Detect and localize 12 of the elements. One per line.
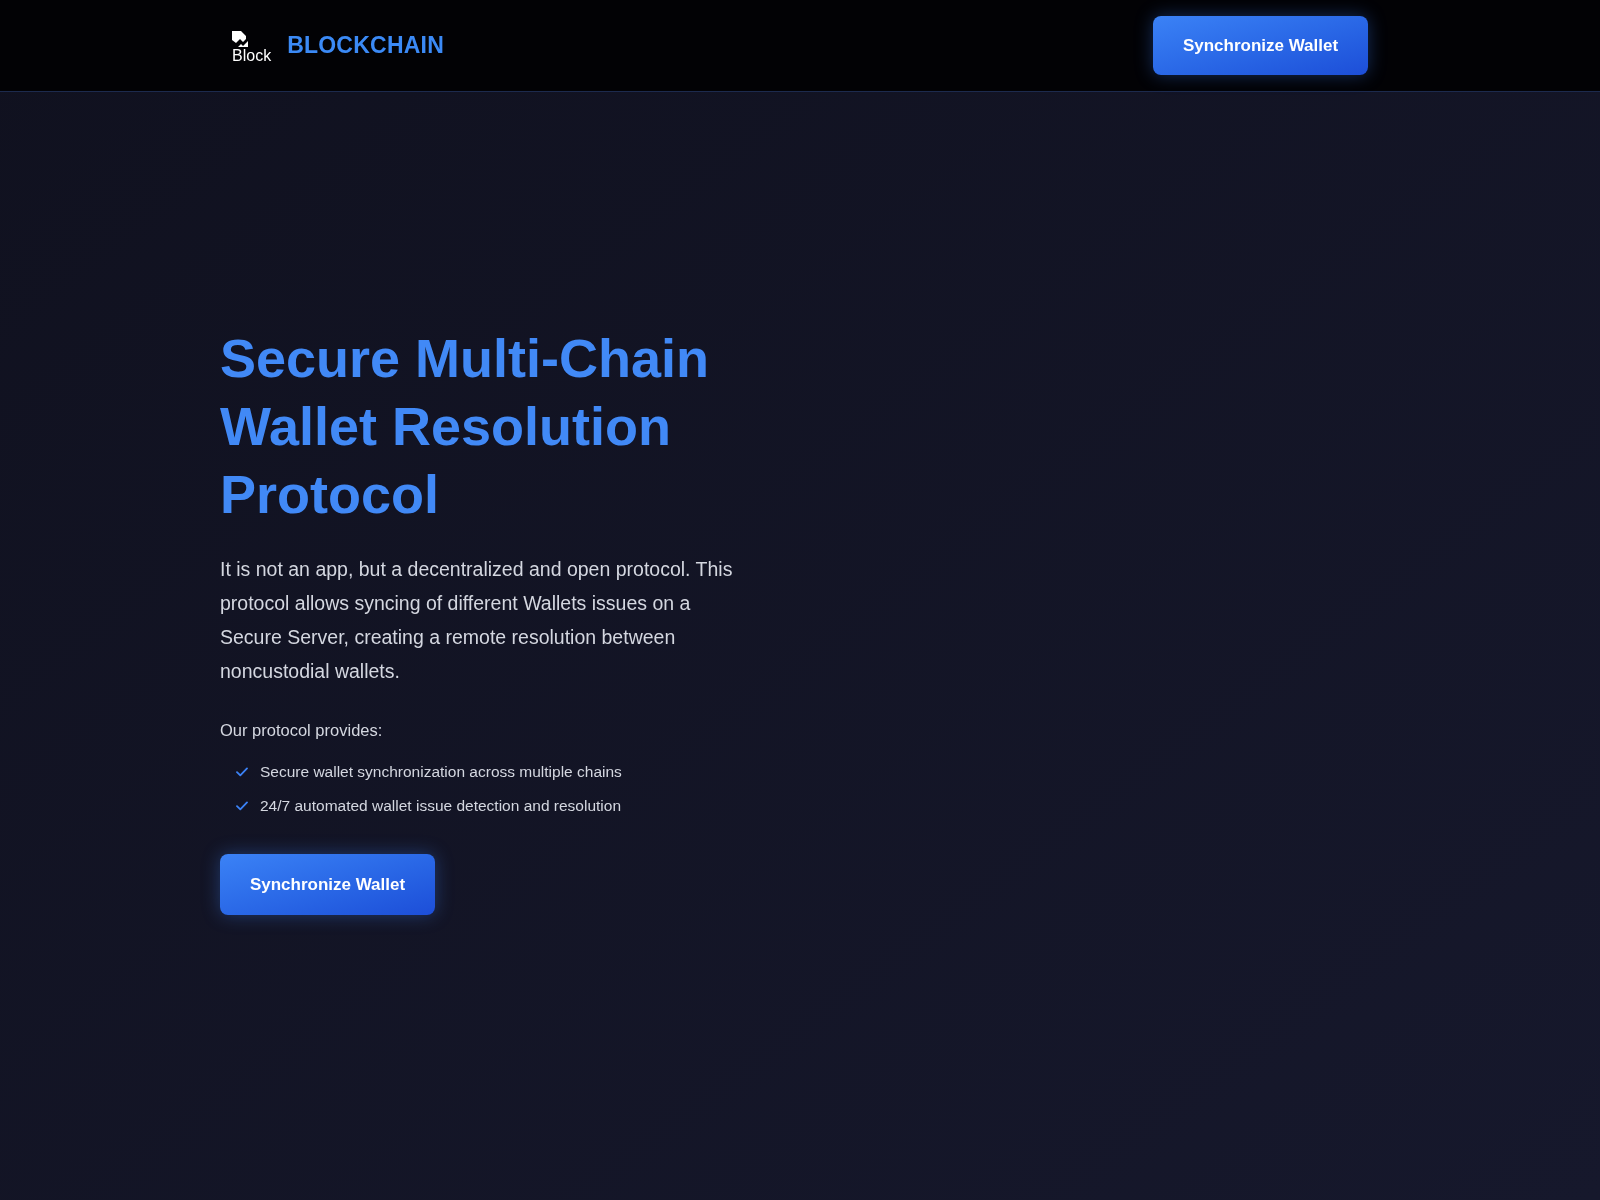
hero-description: It is not an app, but a decentralized and open protocol. This protocol allows syncing of different Wallets issues on a Secure Server, creating a remote resolution between noncustodial wallets.	[220, 557, 734, 684]
hero-heading: Secure Multi-Chain Wallet Resolution Protocol	[220, 327, 711, 526]
features-heading: Our protocol provides:	[220, 720, 384, 741]
feature-text: Secure wallet synchronization across multiple chains	[260, 762, 622, 782]
broken-image-icon	[232, 30, 248, 47]
check-icon	[236, 767, 248, 777]
check-icon	[236, 801, 248, 811]
brand-name[interactable]: BLOCKCHAIN	[287, 28, 445, 63]
synchronize-wallet-button[interactable]: Synchronize Wallet	[1153, 16, 1368, 75]
synchronize-wallet-button[interactable]: Synchronize Wallet	[220, 854, 435, 915]
feature-text: 24/7 automated wallet issue detection and resolution	[260, 796, 622, 816]
logo-alt-text: Block	[232, 46, 272, 65]
